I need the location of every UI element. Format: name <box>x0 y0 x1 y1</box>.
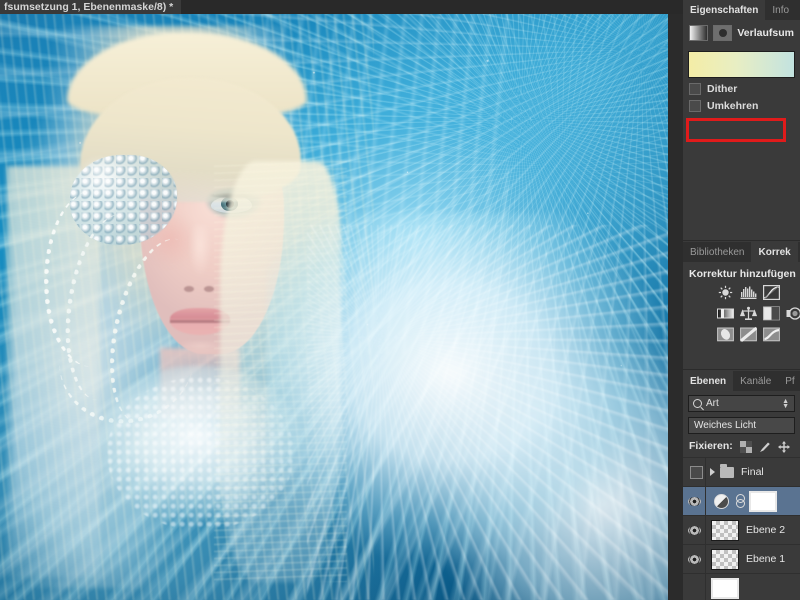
eye-icon[interactable] <box>687 554 701 564</box>
blend-mode-row: Weiches Licht <box>683 412 800 434</box>
layer-thumbnail[interactable] <box>711 577 739 599</box>
umkehren-checkbox[interactable] <box>689 100 701 112</box>
panel-divider-2[interactable] <box>683 369 800 370</box>
gradient-map-thumbnail[interactable] <box>714 493 729 509</box>
black-white-icon[interactable] <box>763 306 780 321</box>
blend-mode-select[interactable]: Weiches Licht <box>688 417 795 434</box>
properties-panel-tabs: Eigenschaften Info <box>683 0 800 20</box>
layer-row-gradient-map[interactable] <box>683 486 800 515</box>
gradient-map-adj-icon[interactable] <box>763 327 780 342</box>
layer-row-ebene-1[interactable]: Ebene 1 <box>683 544 800 573</box>
document-tab[interactable]: fsumsetzung 1, Ebenenmaske/8) * <box>0 0 182 14</box>
folder-icon <box>720 463 734 478</box>
adjustments-panel: Bibliotheken Korrek Korrektur hinzufügen <box>683 242 800 370</box>
right-dock: Eigenschaften Info Verlaufsum Dither Umk… <box>683 0 800 600</box>
lock-position-icon[interactable] <box>777 440 790 453</box>
link-mask-icon[interactable] <box>735 494 745 508</box>
layer-row-partial[interactable] <box>683 573 800 600</box>
photo-filter-icon[interactable] <box>786 306 800 321</box>
canvas-dock-gap <box>668 14 683 600</box>
dither-row[interactable]: Dither <box>683 78 800 95</box>
layers-panel-body: Art ▲ ▼ Weiches Licht Fixieren: Final Eb… <box>683 391 800 600</box>
lock-row: Fixieren: <box>683 434 800 457</box>
adjustments-panel-tabs: Bibliotheken Korrek <box>683 242 800 262</box>
layer-mask-thumbnail[interactable] <box>749 490 777 512</box>
adjustments-row-1 <box>717 285 800 301</box>
umkehren-label: Umkehren <box>707 100 759 112</box>
eye-icon[interactable] <box>687 525 701 535</box>
levels-icon[interactable] <box>740 285 757 300</box>
eye-icon[interactable] <box>687 496 701 506</box>
tab-bibliotheken[interactable]: Bibliotheken <box>683 242 752 262</box>
layer-thumbnail[interactable] <box>711 519 739 541</box>
layers-panel: Ebenen Kanäle Pf Art ▲ ▼ Weiches Licht F… <box>683 371 800 600</box>
layer-filter-select[interactable]: Art ▲ ▼ <box>688 395 795 412</box>
layer-row-ebene-2[interactable]: Ebene 2 <box>683 515 800 544</box>
layer-name: Ebene 1 <box>746 553 786 565</box>
curves-icon[interactable] <box>763 285 781 301</box>
layer-visibility-cell[interactable] <box>683 545 706 573</box>
visibility-empty-icon[interactable] <box>690 465 703 479</box>
chevron-updown-icon[interactable]: ▲ ▼ <box>782 398 789 410</box>
blend-mode-value: Weiches Licht <box>694 420 757 431</box>
properties-panel: Eigenschaften Info Verlaufsum Dither Umk… <box>683 0 800 240</box>
tab-kanaele[interactable]: Kanäle <box>733 371 779 391</box>
lock-label: Fixieren: <box>689 440 733 452</box>
gradient-preview <box>689 52 794 77</box>
vibrance-icon[interactable] <box>739 306 758 321</box>
exposure-icon[interactable] <box>717 306 734 321</box>
adjustments-title: Korrektur hinzufügen <box>689 268 796 280</box>
artwork-ice-queen-portrait <box>0 14 668 600</box>
properties-title: Verlaufsum <box>737 27 794 39</box>
layer-visibility-cell[interactable] <box>683 574 706 600</box>
vignette <box>0 14 668 600</box>
layer-visibility-cell[interactable] <box>683 487 706 515</box>
highlight-annotation-box <box>686 118 786 142</box>
color-lookup-icon[interactable] <box>740 326 758 342</box>
layer-name: Ebene 2 <box>746 524 786 536</box>
umkehren-row[interactable]: Umkehren <box>683 95 800 112</box>
gradient-swatch[interactable] <box>688 51 795 78</box>
tab-korrekturen[interactable]: Korrek <box>751 242 798 262</box>
document-tab-bar: fsumsetzung 1, Ebenenmaske/8) * <box>0 0 683 14</box>
adjustments-icon-grid <box>683 283 800 342</box>
image-canvas[interactable] <box>0 14 668 600</box>
layer-visibility-cell[interactable] <box>683 458 706 486</box>
layers-panel-tabs: Ebenen Kanäle Pf <box>683 371 800 391</box>
panel-divider-1[interactable] <box>683 240 800 241</box>
properties-header: Verlaufsum <box>683 20 800 45</box>
channel-mixer-icon[interactable] <box>717 327 734 342</box>
properties-panel-body: Verlaufsum Dither Umkehren <box>683 20 800 142</box>
lock-image-icon[interactable] <box>759 440 771 452</box>
tab-pfade[interactable]: Pf <box>778 371 800 391</box>
lock-transparency-icon[interactable] <box>739 440 752 453</box>
layer-row-final[interactable]: Final <box>683 457 800 486</box>
photoshop-window: fsumsetzung 1, Ebenenmaske/8) * Eigensch… <box>0 0 800 600</box>
layer-filter-row: Art ▲ ▼ <box>683 391 800 412</box>
layer-name: Final <box>741 466 764 478</box>
dither-label: Dither <box>707 83 738 95</box>
adjustments-row-3 <box>717 326 800 342</box>
tab-info[interactable]: Info <box>765 0 797 20</box>
brightness-contrast-icon[interactable] <box>717 285 734 300</box>
layer-thumbnail[interactable] <box>711 548 739 570</box>
tab-eigenschaften[interactable]: Eigenschaften <box>683 0 766 20</box>
adjustments-row-2 <box>717 306 800 321</box>
adjustments-panel-body: Korrektur hinzufügen <box>683 262 800 342</box>
search-icon <box>693 399 702 408</box>
layer-filter-value: Art <box>706 398 719 409</box>
dither-checkbox[interactable] <box>689 83 701 95</box>
gradient-map-icon <box>689 25 709 41</box>
layer-visibility-cell[interactable] <box>683 516 706 544</box>
tab-ebenen[interactable]: Ebenen <box>683 371 734 391</box>
chevron-right-icon[interactable] <box>710 468 715 476</box>
clip-to-layer-icon[interactable] <box>713 25 733 41</box>
